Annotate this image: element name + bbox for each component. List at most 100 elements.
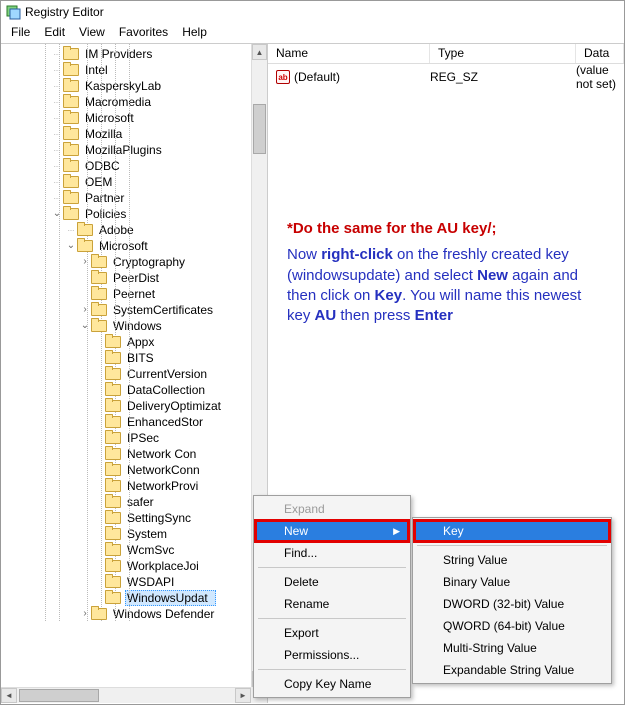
value-row[interactable]: ab(Default)REG_SZ(value not set) [268,68,624,86]
tree-item-label[interactable]: Microsoft [97,238,150,254]
ctx-delete[interactable]: Delete [256,571,408,593]
tree-item[interactable]: ·Appx [1,334,251,350]
ctx-new[interactable]: New▶ [256,520,408,542]
context-menu[interactable]: ExpandNew▶Find...DeleteRenameExportPermi… [253,495,411,698]
tree-item-label[interactable]: DeliveryOptimizat [125,398,223,414]
tree-item-label[interactable]: SettingSync [125,510,193,526]
tree-item[interactable]: …Macromedia [1,94,251,110]
tree-item[interactable]: ·CurrentVersion [1,366,251,382]
tree-item[interactable]: ⌄ Microsoft [1,238,251,254]
ctx-new-key[interactable]: Key [415,520,609,542]
tree-item-label[interactable]: MozillaPlugins [83,142,164,158]
menu-view[interactable]: View [73,24,111,40]
values-list[interactable]: ab(Default)REG_SZ(value not set) [268,64,624,90]
tree-item[interactable]: …Microsoft [1,110,251,126]
tree-item-label[interactable]: Macromedia [83,94,153,110]
ctx-export[interactable]: Export [256,622,408,644]
tree-item[interactable]: …KasperskyLab [1,78,251,94]
tree-item[interactable]: › Windows Defender [1,606,251,622]
values-header[interactable]: Name Type Data [268,44,624,64]
tree-horizontal-scrollbar[interactable]: ◄ ► [1,687,251,703]
tree-item-label[interactable]: Peernet [111,286,157,302]
tree-item[interactable]: ·WcmSvc [1,542,251,558]
tree-item[interactable]: ·EnhancedStor [1,414,251,430]
tree-item[interactable]: ·Network Con [1,446,251,462]
tree-item[interactable]: ·DataCollection [1,382,251,398]
tree-item[interactable]: …Adobe [1,222,251,238]
tree-item-label[interactable]: Partner [83,190,126,206]
tree-item-label[interactable]: WindowsUpdat [125,590,216,606]
tree-item-label[interactable]: PeerDist [111,270,161,286]
tree-item[interactable]: ·safer [1,494,251,510]
collapse-icon[interactable]: ⌄ [65,238,77,254]
registry-tree[interactable]: …IM Providers…Intel…KasperskyLab…Macrome… [1,44,251,622]
expand-icon[interactable]: › [79,302,91,318]
tree-item-label[interactable]: SystemCertificates [111,302,215,318]
tree-item[interactable]: …OEM [1,174,251,190]
tree-item-label[interactable]: Network Con [125,446,198,462]
tree-item-label[interactable]: DataCollection [125,382,207,398]
ctx-new-expandable-string-value[interactable]: Expandable String Value [415,659,609,681]
tree-item[interactable]: ·BITS [1,350,251,366]
tree-item[interactable]: ·NetworkConn [1,462,251,478]
tree-item-label[interactable]: NetworkConn [125,462,202,478]
col-data[interactable]: Data [576,44,624,63]
tree-item-label[interactable]: Microsoft [83,110,136,126]
ctx-rename[interactable]: Rename [256,593,408,615]
expand-icon[interactable]: › [79,606,91,622]
col-type[interactable]: Type [430,44,576,63]
tree-item[interactable]: ·IPSec [1,430,251,446]
tree-item[interactable]: …Mozilla [1,126,251,142]
tree-item[interactable]: ·PeerDist [1,270,251,286]
tree-item[interactable]: ·WSDAPI [1,574,251,590]
tree-item[interactable]: …Intel [1,62,251,78]
menu-help[interactable]: Help [176,24,213,40]
tree-item-label[interactable]: WorkplaceJoi [125,558,201,574]
tree-item[interactable]: ·NetworkProvi [1,478,251,494]
collapse-icon[interactable]: ⌄ [79,318,91,334]
tree-item-label[interactable]: Cryptography [111,254,187,270]
ctx-permissions[interactable]: Permissions... [256,644,408,666]
tree-item-label[interactable]: System [125,526,169,542]
tree-item-label[interactable]: WSDAPI [125,574,176,590]
collapse-icon[interactable]: ⌄ [51,206,63,222]
tree-item-label[interactable]: Windows [111,318,164,334]
ctx-find[interactable]: Find... [256,542,408,564]
context-submenu-new[interactable]: Key String ValueBinary ValueDWORD (32-bit… [412,517,612,684]
col-name[interactable]: Name [268,44,430,63]
tree-item-label[interactable]: Windows Defender [111,606,216,622]
ctx-new-dword-32-bit-value[interactable]: DWORD (32-bit) Value [415,593,609,615]
tree-item[interactable]: ·DeliveryOptimizat [1,398,251,414]
tree-item-label[interactable]: IM Providers [83,46,154,62]
menu-file[interactable]: File [5,24,36,40]
ctx-new-multi-string-value[interactable]: Multi-String Value [415,637,609,659]
tree-item[interactable]: …ODBC [1,158,251,174]
tree-item[interactable]: …IM Providers [1,46,251,62]
tree-item[interactable]: ⌄ Policies [1,206,251,222]
tree-item[interactable]: …MozillaPlugins [1,142,251,158]
tree-item-label[interactable]: EnhancedStor [125,414,205,430]
tree-item[interactable]: › SystemCertificates [1,302,251,318]
tree-item-label[interactable]: WcmSvc [125,542,176,558]
tree-item-label[interactable]: KasperskyLab [83,78,163,94]
tree-item[interactable]: ·System [1,526,251,542]
tree-item-label[interactable]: IPSec [125,430,161,446]
tree-item-label[interactable]: Mozilla [83,126,124,142]
menu-edit[interactable]: Edit [38,24,71,40]
tree-item[interactable]: ·SettingSync [1,510,251,526]
tree-item[interactable]: …Partner [1,190,251,206]
tree-item[interactable]: ·WorkplaceJoi [1,558,251,574]
tree-item-label[interactable]: Policies [83,206,128,222]
tree-item[interactable]: ·WindowsUpdat [1,590,251,606]
ctx-copy-key-name[interactable]: Copy Key Name [256,673,408,695]
ctx-new-qword-64-bit-value[interactable]: QWORD (64-bit) Value [415,615,609,637]
tree-item[interactable]: ·Peernet [1,286,251,302]
tree-item-label[interactable]: CurrentVersion [125,366,209,382]
expand-icon[interactable]: › [79,254,91,270]
tree-item-label[interactable]: NetworkProvi [125,478,200,494]
menu-favorites[interactable]: Favorites [113,24,174,40]
tree-item[interactable]: ⌄ Windows [1,318,251,334]
ctx-new-binary-value[interactable]: Binary Value [415,571,609,593]
tree-item[interactable]: › Cryptography [1,254,251,270]
ctx-new-string-value[interactable]: String Value [415,549,609,571]
